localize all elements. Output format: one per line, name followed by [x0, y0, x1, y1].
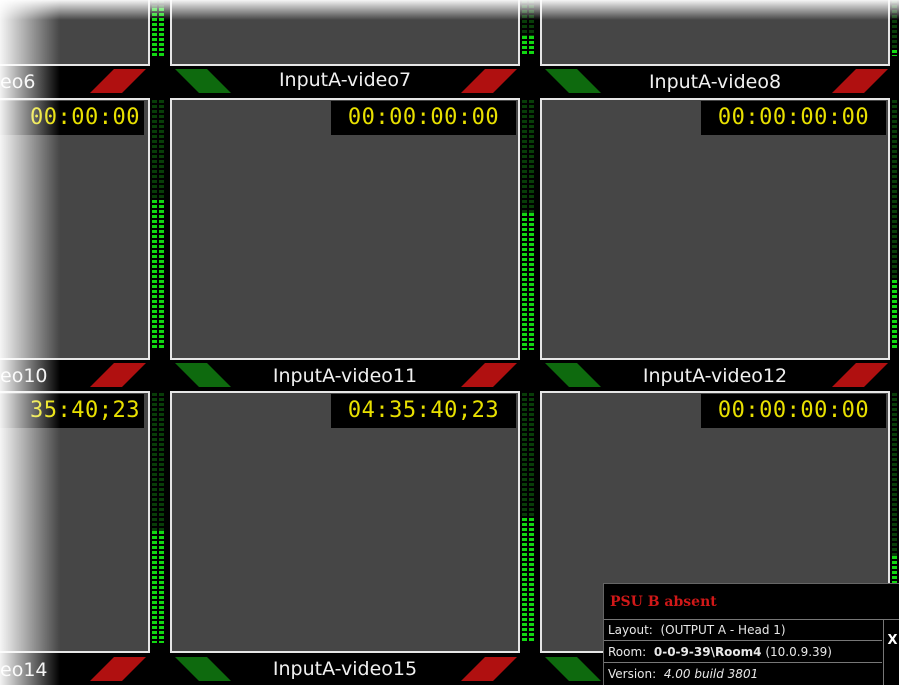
- tally-green-indicator: [545, 657, 601, 681]
- audio-meter: [152, 393, 166, 643]
- tile-label: InputA-video11: [272, 365, 418, 387]
- tally-red-indicator: [461, 657, 517, 681]
- audio-level-right: [529, 518, 534, 643]
- video-tile-14[interactable]: [0, 391, 150, 653]
- audio-meter: [892, 100, 899, 350]
- audio-level-left: [522, 36, 527, 56]
- version-value: 4.00 build 3801: [663, 667, 759, 681]
- tally-green-indicator: [175, 657, 231, 681]
- layout-row: Layout: (OUTPUT A - Head 1): [604, 620, 882, 641]
- room-path: 0-0-9-39\: [653, 645, 715, 659]
- tile-label: eo6: [0, 71, 36, 93]
- video-tile-10[interactable]: [0, 98, 150, 360]
- timecode-display: 04:35:40;23: [331, 394, 516, 428]
- version-row: Version: 4.00 build 3801: [604, 664, 882, 685]
- tile-label: InputA-video8: [648, 71, 782, 93]
- audio-level-right: [159, 530, 164, 643]
- tally-green-indicator: [545, 363, 601, 387]
- room-row: Room: 0-0-9-39\Room4 (10.0.9.39): [604, 642, 882, 663]
- tile-label: eo14: [0, 659, 48, 681]
- timecode-display: 00:00:00:00: [701, 394, 886, 428]
- tally-red-indicator: [90, 363, 146, 387]
- video-tile-7[interactable]: [170, 0, 520, 66]
- audio-level-left: [152, 200, 157, 350]
- tile-label: InputA-video15: [272, 658, 418, 680]
- timecode-display: 00:00:00:00: [701, 101, 886, 135]
- version-label: Version:: [608, 667, 657, 681]
- tally-red-indicator: [461, 363, 517, 387]
- close-button[interactable]: X: [883, 620, 899, 685]
- audio-level-left: [522, 518, 527, 643]
- audio-meter: [892, 0, 899, 56]
- audio-level-left: [892, 280, 897, 350]
- timecode-display: 35:40;23: [0, 394, 144, 428]
- room-name: Room4: [714, 645, 762, 659]
- audio-meter: [522, 393, 536, 643]
- tally-red-indicator: [90, 69, 146, 93]
- multiviewer-display: 00:00:00 00:00:00:00 00:00:00:00 35:40;2…: [0, 0, 899, 685]
- tally-red-indicator: [461, 69, 517, 93]
- video-tile-8[interactable]: [540, 0, 890, 66]
- audio-level-right: [529, 36, 534, 56]
- layout-label: Layout:: [608, 623, 653, 637]
- tally-green-indicator: [545, 69, 601, 93]
- tally-green-indicator: [175, 69, 231, 93]
- video-tile-12[interactable]: [540, 98, 890, 360]
- tally-red-indicator: [832, 363, 888, 387]
- audio-level-left: [522, 212, 527, 350]
- tile-label: InputA-video7: [278, 69, 412, 91]
- audio-level-right: [159, 200, 164, 350]
- video-tile-15[interactable]: [170, 391, 520, 653]
- room-ip: (10.0.9.39): [765, 645, 832, 659]
- tally-red-indicator: [90, 657, 146, 681]
- room-label: Room:: [608, 645, 647, 659]
- tile-label: InputA-video12: [642, 365, 788, 387]
- audio-level-left: [152, 8, 157, 56]
- tally-green-indicator: [175, 363, 231, 387]
- audio-level-right: [159, 8, 164, 56]
- audio-level-left: [892, 50, 897, 56]
- audio-meter: [152, 0, 166, 56]
- timecode-display: 00:00:00: [0, 101, 144, 135]
- status-panel: PSU B absent Layout: (OUTPUT A - Head 1)…: [603, 583, 899, 685]
- tally-red-indicator: [832, 69, 888, 93]
- timecode-display: 00:00:00:00: [331, 101, 516, 135]
- tile-label: eo10: [0, 365, 48, 387]
- audio-meter: [152, 100, 166, 350]
- video-tile-11[interactable]: [170, 98, 520, 360]
- psu-alert-message: PSU B absent: [604, 584, 899, 620]
- audio-meter: [522, 0, 536, 56]
- audio-level-left: [152, 530, 157, 643]
- layout-value: (OUTPUT A - Head 1): [660, 623, 786, 637]
- audio-level-right: [529, 212, 534, 350]
- audio-meter: [522, 100, 536, 350]
- video-tile-6[interactable]: [0, 0, 150, 66]
